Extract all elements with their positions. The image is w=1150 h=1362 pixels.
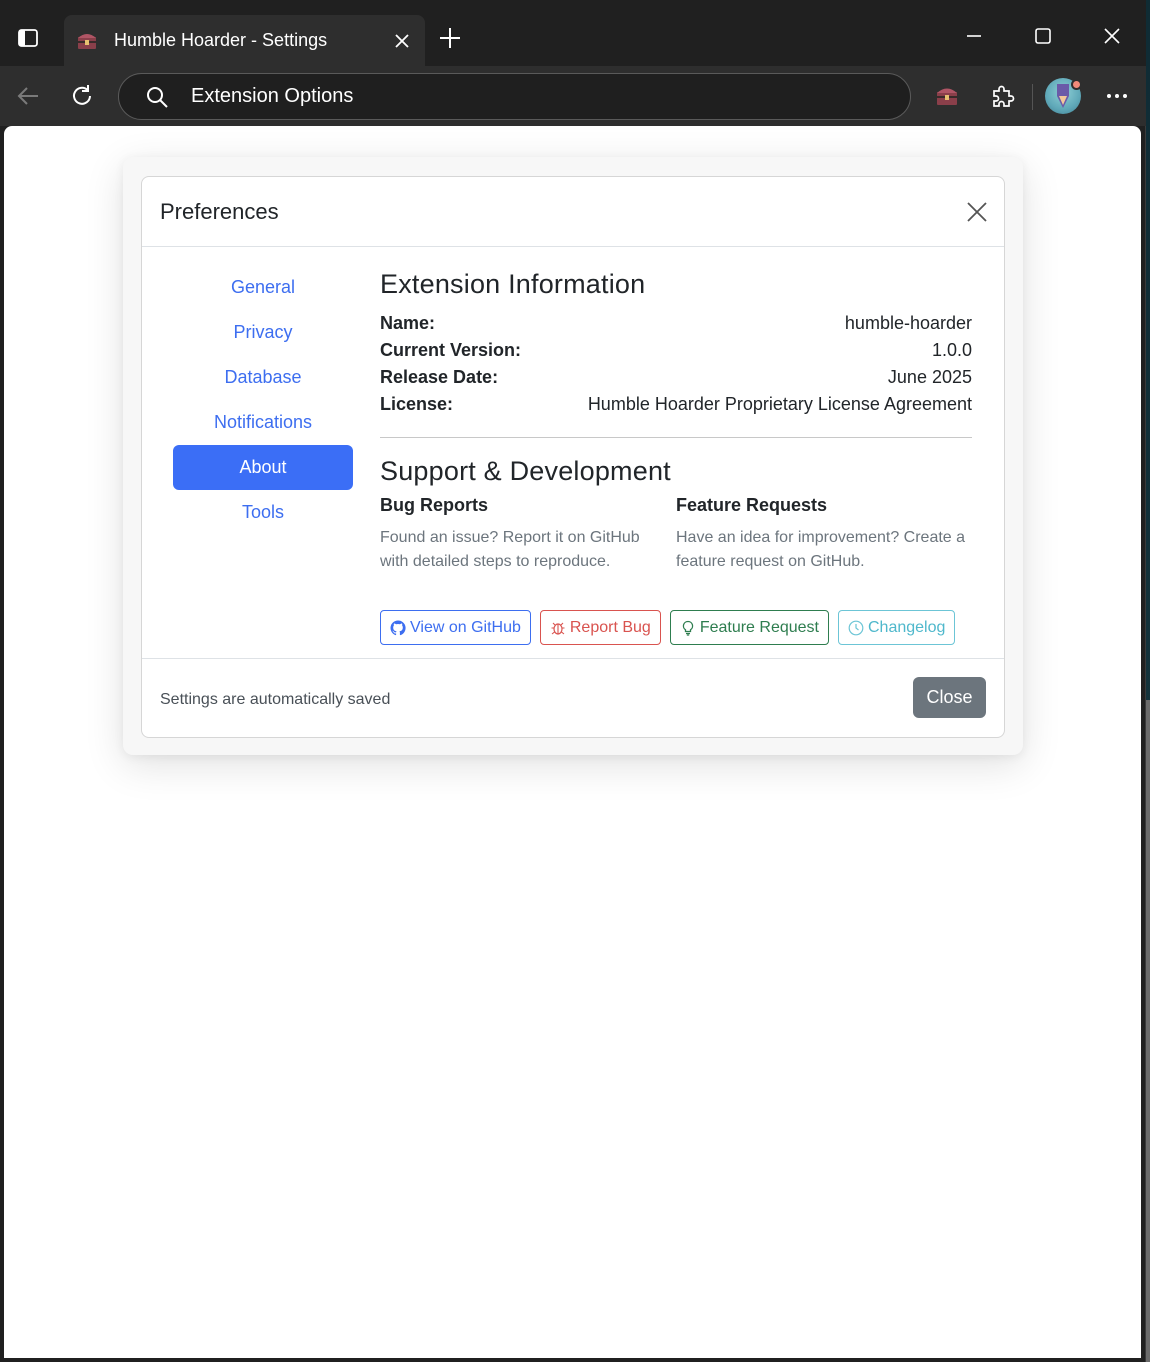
info-row-license: License: Humble Hoarder Proprietary Lice… (380, 391, 972, 418)
info-key: Current Version: (380, 340, 522, 360)
nav-item-privacy[interactable]: Privacy (173, 310, 353, 355)
about-content: Extension Information Name: humble-hoard… (380, 247, 972, 645)
search-icon (143, 83, 171, 111)
info-value: June 2025 (887, 367, 972, 387)
info-key: Name: (380, 313, 436, 333)
window-edge (1146, 700, 1150, 1362)
feature-request-button[interactable]: Feature Request (669, 610, 829, 645)
tab-title: Humble Hoarder - Settings (114, 30, 328, 50)
close-button[interactable]: Close (913, 677, 986, 718)
nav-item-general[interactable]: General (173, 265, 353, 310)
bug-reports-text: Found an issue? Report it on GitHub with… (380, 529, 640, 570)
changelog-button[interactable]: Changelog (838, 610, 956, 645)
tab-actions-icon[interactable] (12, 22, 44, 54)
notification-dot (1071, 79, 1082, 90)
info-key: License: (380, 394, 454, 414)
settings-nav: General Privacy Database Notifications A… (173, 265, 353, 535)
treasure-chest-icon (76, 30, 98, 52)
nav-item-about[interactable]: About (173, 445, 353, 490)
info-value: Humble Hoarder Proprietary License Agree… (587, 394, 972, 414)
lightbulb-icon (682, 620, 694, 636)
bug-reports-column: Bug Reports Found an issue? Report it on… (380, 495, 676, 574)
maximize-icon[interactable] (1025, 18, 1061, 54)
modal-header: Preferences (142, 177, 1004, 247)
report-bug-button[interactable]: Report Bug (539, 610, 661, 645)
report-bug-label: Report Bug (569, 618, 651, 636)
support-buttons: View on GitHub Report Bug Feature Reques… (380, 610, 972, 645)
address-bar[interactable]: Extension Options (118, 73, 911, 120)
github-icon (390, 619, 406, 635)
address-text: Extension Options (191, 85, 354, 107)
back-arrow-icon[interactable] (12, 80, 44, 112)
tab-close-icon[interactable] (387, 26, 417, 56)
modal-footer: Settings are automatically saved Close (142, 658, 1004, 737)
modal-title: Preferences (160, 199, 279, 224)
bug-icon (551, 622, 565, 635)
view-on-github-button[interactable]: View on GitHub (380, 610, 531, 645)
autosave-status: Settings are automatically saved (160, 691, 391, 708)
browser-window: Humble Hoarder - Settings Extension Opti… (0, 0, 1146, 1362)
support-columns: Bug Reports Found an issue? Report it on… (380, 495, 972, 574)
minimize-icon[interactable] (956, 18, 992, 54)
nav-item-notifications[interactable]: Notifications (173, 400, 353, 445)
extension-info-heading: Extension Information (380, 269, 646, 299)
page-content: Preferences General Privacy Database Not… (4, 126, 1141, 1358)
window-close-icon[interactable] (1094, 18, 1130, 54)
clock-icon (848, 620, 864, 635)
info-row-version: Current Version: 1.0.0 (380, 337, 972, 364)
new-tab-icon[interactable] (434, 22, 466, 54)
tab-bar: Humble Hoarder - Settings (0, 0, 1146, 66)
support-heading: Support & Development (380, 456, 671, 486)
nav-item-database[interactable]: Database (173, 355, 353, 400)
bug-reports-title: Bug Reports (380, 495, 488, 515)
preferences-modal: Preferences General Privacy Database Not… (141, 176, 1005, 738)
active-tab[interactable]: Humble Hoarder - Settings (64, 15, 425, 66)
feature-requests-title: Feature Requests (676, 495, 828, 515)
info-value: 1.0.0 (931, 340, 972, 360)
close-icon[interactable] (962, 197, 992, 227)
feature-request-label: Feature Request (699, 618, 819, 636)
extension-info-list: Name: humble-hoarder Current Version: 1.… (380, 310, 972, 418)
extensions-puzzle-icon[interactable] (985, 79, 1019, 113)
info-row-name: Name: humble-hoarder (380, 310, 972, 337)
toolbar-divider (1032, 84, 1033, 110)
changelog-label: Changelog (868, 618, 946, 636)
more-options-icon[interactable] (1100, 79, 1134, 113)
feature-requests-column: Feature Requests Have an idea for improv… (676, 495, 972, 574)
treasure-chest-extension-icon[interactable] (930, 79, 964, 113)
refresh-icon[interactable] (66, 80, 98, 112)
github-button-label: View on GitHub (410, 618, 521, 636)
info-key: Release Date: (380, 367, 499, 387)
nav-item-tools[interactable]: Tools (173, 490, 353, 535)
feature-requests-text: Have an idea for improvement? Create a f… (676, 529, 966, 570)
browser-toolbar: Extension Options (0, 66, 1146, 126)
info-row-release-date: Release Date: June 2025 (380, 364, 972, 391)
info-value: humble-hoarder (844, 313, 972, 333)
